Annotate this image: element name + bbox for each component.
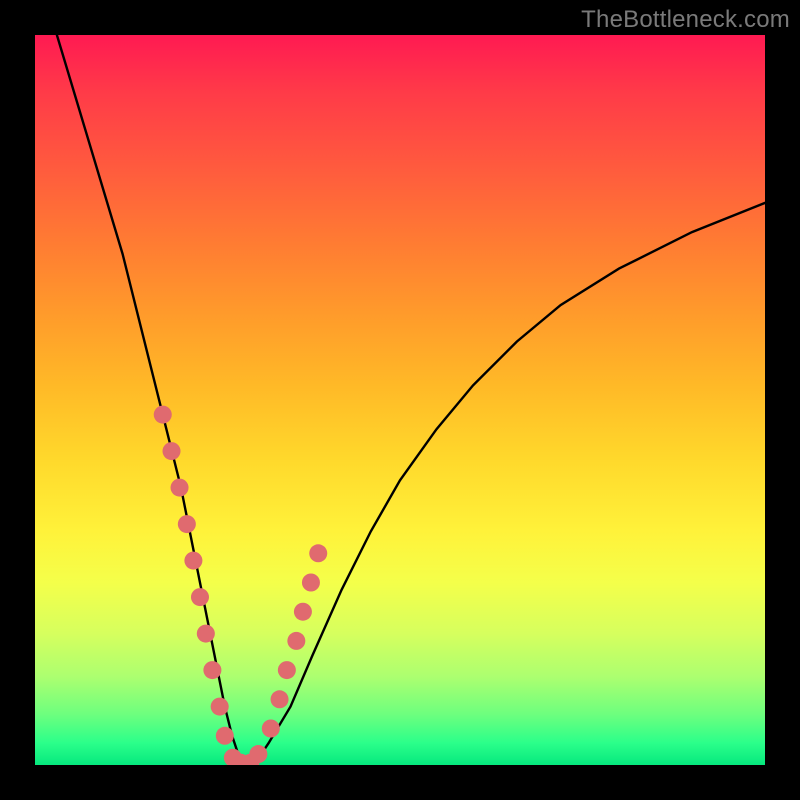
highlight-dot	[278, 661, 296, 679]
highlight-dot	[249, 745, 267, 763]
watermark-text: TheBottleneck.com	[581, 6, 790, 34]
curve-svg	[35, 35, 765, 765]
bottleneck-curve	[57, 35, 765, 765]
highlight-dots	[154, 406, 327, 765]
highlight-dot	[197, 625, 215, 643]
highlight-dot	[203, 661, 221, 679]
plot-area	[35, 35, 765, 765]
highlight-dot	[178, 515, 196, 533]
highlight-dot	[302, 574, 320, 592]
highlight-dot	[211, 698, 229, 716]
highlight-dot	[262, 720, 280, 738]
highlight-dot	[154, 406, 172, 424]
chart-frame: TheBottleneck.com	[0, 0, 800, 800]
highlight-dot	[309, 544, 327, 562]
highlight-dot	[171, 479, 189, 497]
highlight-dot	[287, 632, 305, 650]
highlight-dot	[216, 727, 234, 745]
highlight-dot	[163, 442, 181, 460]
highlight-dot	[184, 552, 202, 570]
highlight-dot	[191, 588, 209, 606]
highlight-dot	[294, 603, 312, 621]
highlight-dot	[271, 690, 289, 708]
